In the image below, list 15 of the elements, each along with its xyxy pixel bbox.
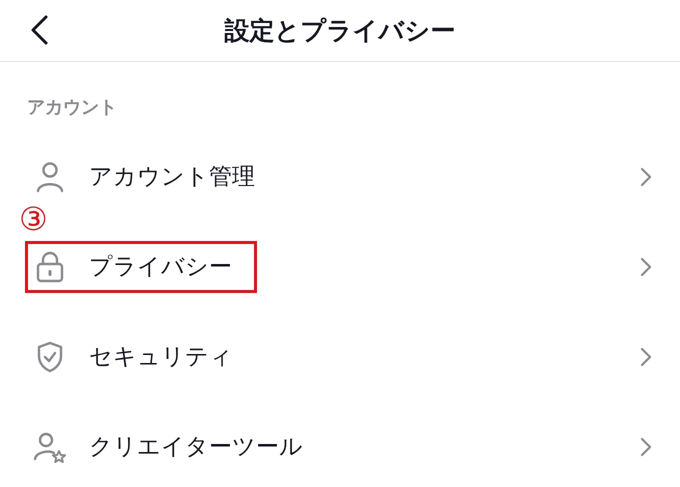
menu-item-label[interactable]: セキュリティ bbox=[89, 340, 233, 374]
menu-item-label[interactable]: プライバシー bbox=[89, 250, 232, 284]
section-label: アカウント bbox=[27, 97, 117, 118]
menu-item-label[interactable]: クリエイターツール bbox=[89, 430, 303, 464]
chevron-right-icon[interactable] bbox=[640, 257, 652, 277]
step-number: ③ bbox=[19, 203, 48, 235]
person-star-icon bbox=[33, 431, 67, 463]
chevron-right-icon[interactable] bbox=[640, 347, 652, 367]
chevron-right-icon[interactable] bbox=[640, 437, 652, 457]
chevron-right-icon[interactable] bbox=[640, 167, 652, 187]
menu-item-label[interactable]: アカウント管理 bbox=[89, 160, 255, 194]
shield-check-icon bbox=[36, 341, 64, 373]
page-title: 設定とプライバシー bbox=[224, 14, 456, 47]
person-icon bbox=[35, 161, 65, 193]
lock-icon bbox=[36, 251, 64, 283]
